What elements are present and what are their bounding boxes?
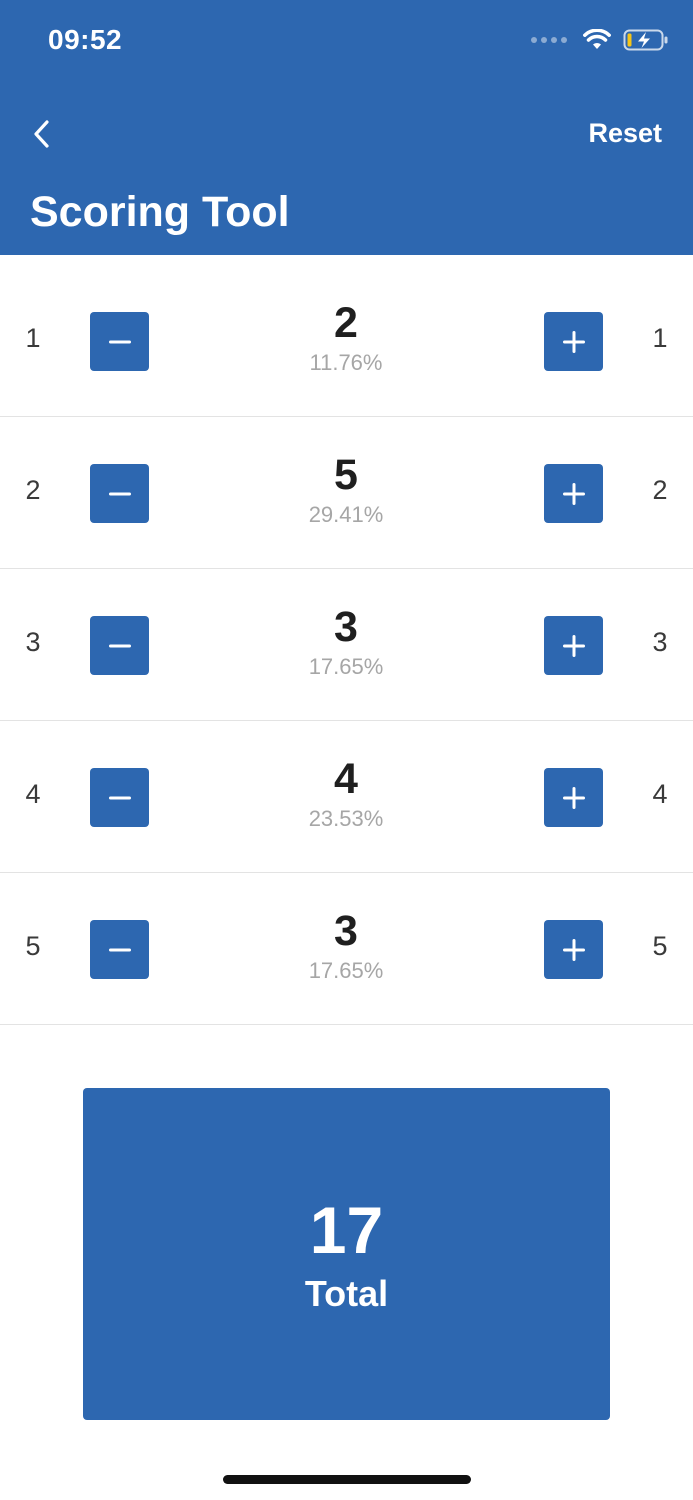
plus-icon <box>562 938 585 961</box>
row-label-right: 2 <box>652 475 668 505</box>
row-label-right: 1 <box>652 323 668 353</box>
total-value: 17 <box>309 1193 384 1267</box>
row-percent: 11.76% <box>309 350 383 375</box>
plus-icon <box>562 482 585 505</box>
minus-icon <box>108 492 131 495</box>
row-percent: 17.65% <box>308 958 384 983</box>
plus-icon <box>562 634 585 657</box>
chevron-left-icon <box>34 120 49 148</box>
row-label-left: 2 <box>25 475 41 505</box>
row-label-left: 4 <box>25 779 41 809</box>
status-icons <box>531 28 669 52</box>
increment-button[interactable] <box>544 768 603 827</box>
home-indicator <box>223 1475 471 1484</box>
score-row-4: 4 4 23.53% 4 <box>0 721 693 873</box>
decrement-button[interactable] <box>90 768 149 827</box>
row-percent: 17.65% <box>308 654 384 679</box>
row-percent: 23.53% <box>308 806 384 831</box>
plus-icon <box>562 330 585 353</box>
plus-icon <box>562 786 585 809</box>
score-list: 1 2 11.76% 1 2 5 29.41% 2 3 3 17.65% 3 4… <box>0 265 693 1025</box>
back-button[interactable] <box>22 112 62 156</box>
minus-icon <box>108 340 131 343</box>
signal-icon <box>531 37 567 43</box>
total-label: Total <box>304 1273 389 1314</box>
increment-button[interactable] <box>544 312 603 371</box>
score-row-2: 2 5 29.41% 2 <box>0 417 693 569</box>
decrement-button[interactable] <box>90 464 149 523</box>
row-label-right: 3 <box>652 627 668 657</box>
row-count: 3 <box>334 603 358 651</box>
increment-button[interactable] <box>544 464 603 523</box>
row-label-left: 5 <box>25 931 41 961</box>
decrement-button[interactable] <box>90 312 149 371</box>
wifi-icon <box>583 29 611 49</box>
row-label-left: 1 <box>25 323 41 353</box>
decrement-button[interactable] <box>90 920 149 979</box>
row-value: 4 23.53% <box>196 755 496 833</box>
row-value: 5 29.41% <box>196 451 496 529</box>
row-count: 3 <box>334 907 358 955</box>
decrement-button[interactable] <box>90 616 149 675</box>
scoring-tool-screen: 09:52 Reset Scoring Tool 1 2 11.76% 1 2 … <box>0 0 693 1500</box>
score-row-1: 1 2 11.76% 1 <box>0 265 693 417</box>
reset-button[interactable]: Reset <box>588 118 662 149</box>
minus-icon <box>108 948 131 951</box>
page-title: Scoring Tool <box>30 188 290 236</box>
row-label-right: 5 <box>652 931 668 961</box>
row-label-left: 3 <box>25 627 41 657</box>
row-value: 2 11.76% <box>196 299 496 377</box>
increment-button[interactable] <box>544 616 603 675</box>
row-count: 2 <box>334 299 358 347</box>
score-row-5: 5 3 17.65% 5 <box>0 873 693 1025</box>
row-count: 5 <box>334 451 358 499</box>
score-row-3: 3 3 17.65% 3 <box>0 569 693 721</box>
row-value: 3 17.65% <box>196 907 496 985</box>
row-percent: 29.41% <box>308 502 384 527</box>
minus-icon <box>108 644 131 647</box>
row-label-right: 4 <box>652 779 668 809</box>
row-value: 3 17.65% <box>196 603 496 681</box>
total-card: 17 Total <box>83 1088 610 1420</box>
increment-button[interactable] <box>544 920 603 979</box>
battery-charging-icon <box>623 29 668 51</box>
header: 09:52 Reset Scoring Tool <box>0 0 693 255</box>
row-count: 4 <box>334 755 358 803</box>
minus-icon <box>108 796 131 799</box>
status-time: 09:52 <box>48 24 123 55</box>
